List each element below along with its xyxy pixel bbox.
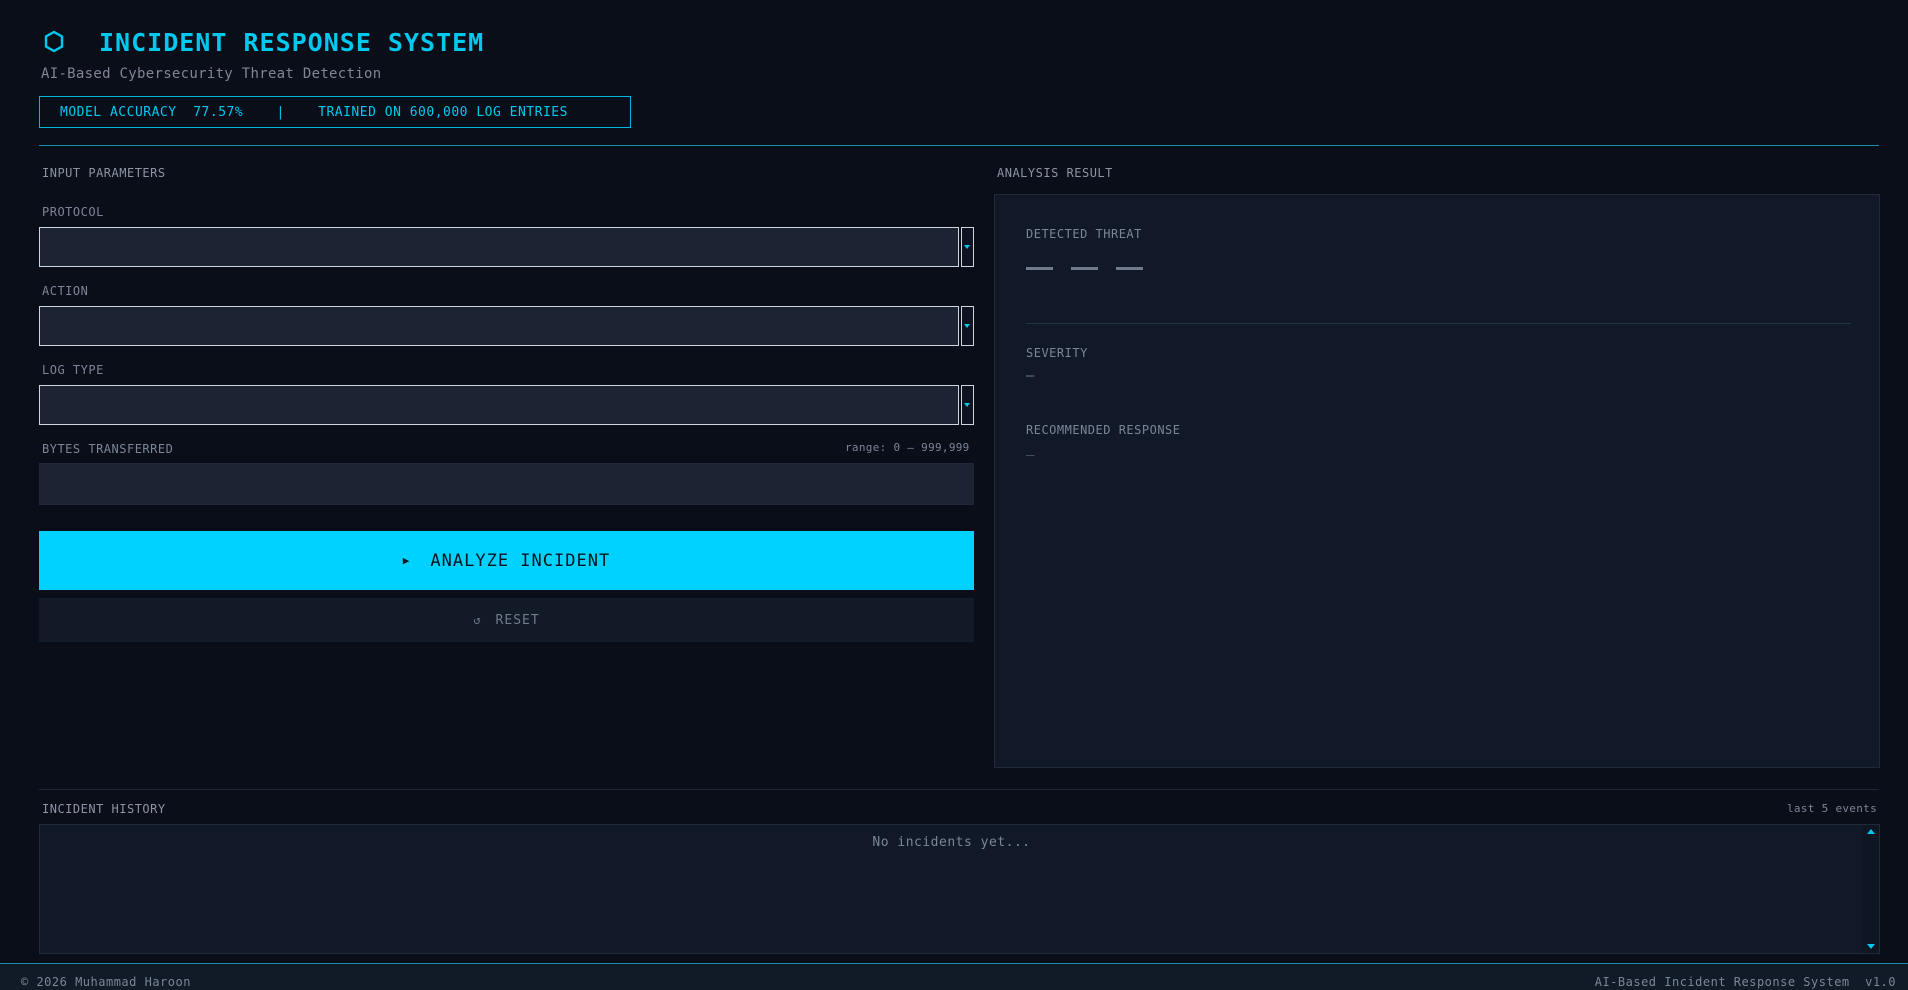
result-section-title: ANALYSIS RESULT xyxy=(997,166,1113,180)
title-row: INCIDENT RESPONSE SYSTEM xyxy=(39,22,1879,62)
hexagon-icon xyxy=(44,30,64,53)
recommended-response-label: RECOMMENDED RESPONSE xyxy=(1026,423,1181,437)
detected-threat-label: DETECTED THREAT xyxy=(1026,227,1142,241)
detected-threat-placeholder xyxy=(1026,267,1143,270)
analyze-button-label: ANALYZE INCIDENT xyxy=(430,550,611,571)
log-type-label: LOG TYPE xyxy=(42,363,104,377)
bytes-label: BYTES TRANSFERRED xyxy=(42,442,174,456)
model-stats-badge: MODEL ACCURACY 77.57% | TRAINED ON 600,0… xyxy=(39,96,631,128)
app-header: INCIDENT RESPONSE SYSTEM AI-Based Cybers… xyxy=(39,22,1879,128)
action-label: ACTION xyxy=(42,284,89,298)
protocol-select[interactable] xyxy=(39,227,974,267)
severity-label: SEVERITY xyxy=(1026,346,1088,360)
chevron-down-icon[interactable] xyxy=(961,227,974,267)
reset-button-label: RESET xyxy=(495,612,540,628)
history-section-title: INCIDENT HISTORY xyxy=(42,802,166,816)
chevron-down-icon[interactable] xyxy=(961,306,974,346)
placeholder-dash xyxy=(1026,267,1053,270)
history-count-label: last 5 events xyxy=(1787,802,1877,815)
protocol-label: PROTOCOL xyxy=(42,205,104,219)
refresh-icon: ↺ xyxy=(473,613,482,627)
app-title: INCIDENT RESPONSE SYSTEM xyxy=(99,27,485,57)
severity-value: — xyxy=(1026,368,1035,384)
app-footer: © 2026 Muhammad Haroon AI-Based Incident… xyxy=(0,963,1908,990)
placeholder-dash xyxy=(1116,267,1143,270)
bytes-input[interactable] xyxy=(39,463,974,505)
scroll-up-icon[interactable] xyxy=(1867,829,1875,834)
action-select[interactable] xyxy=(39,306,974,346)
history-divider xyxy=(39,789,1879,790)
history-scrollbar[interactable] xyxy=(1863,825,1879,953)
footer-copyright: © 2026 Muhammad Haroon xyxy=(21,975,191,989)
history-empty-message: No incidents yet... xyxy=(872,835,1031,850)
scroll-down-icon[interactable] xyxy=(1867,944,1875,949)
log-type-select[interactable] xyxy=(39,385,974,425)
app-subtitle: AI-Based Cybersecurity Threat Detection xyxy=(41,66,382,82)
recommended-response-value: _ xyxy=(1026,440,1035,456)
reset-button[interactable]: ↺ RESET xyxy=(39,598,974,642)
incident-history-list[interactable]: No incidents yet... xyxy=(39,824,1880,954)
placeholder-dash xyxy=(1071,267,1098,270)
analysis-result-panel: DETECTED THREAT SEVERITY — RECOMMENDED R… xyxy=(994,194,1880,768)
app-page: INCIDENT RESPONSE SYSTEM AI-Based Cybers… xyxy=(0,0,1908,990)
result-divider xyxy=(1026,323,1851,324)
chevron-down-icon[interactable] xyxy=(961,385,974,425)
header-divider xyxy=(39,145,1879,146)
bytes-range-hint: range: 0 – 999,999 xyxy=(845,441,970,454)
action-select-value[interactable] xyxy=(39,306,959,346)
protocol-select-value[interactable] xyxy=(39,227,959,267)
footer-version: AI-Based Incident Response System v1.0 xyxy=(1594,975,1896,989)
analyze-button[interactable]: ▶ ANALYZE INCIDENT xyxy=(39,531,974,590)
play-icon: ▶ xyxy=(402,554,411,567)
log-type-select-value[interactable] xyxy=(39,385,959,425)
input-section-title: INPUT PARAMETERS xyxy=(42,166,166,180)
